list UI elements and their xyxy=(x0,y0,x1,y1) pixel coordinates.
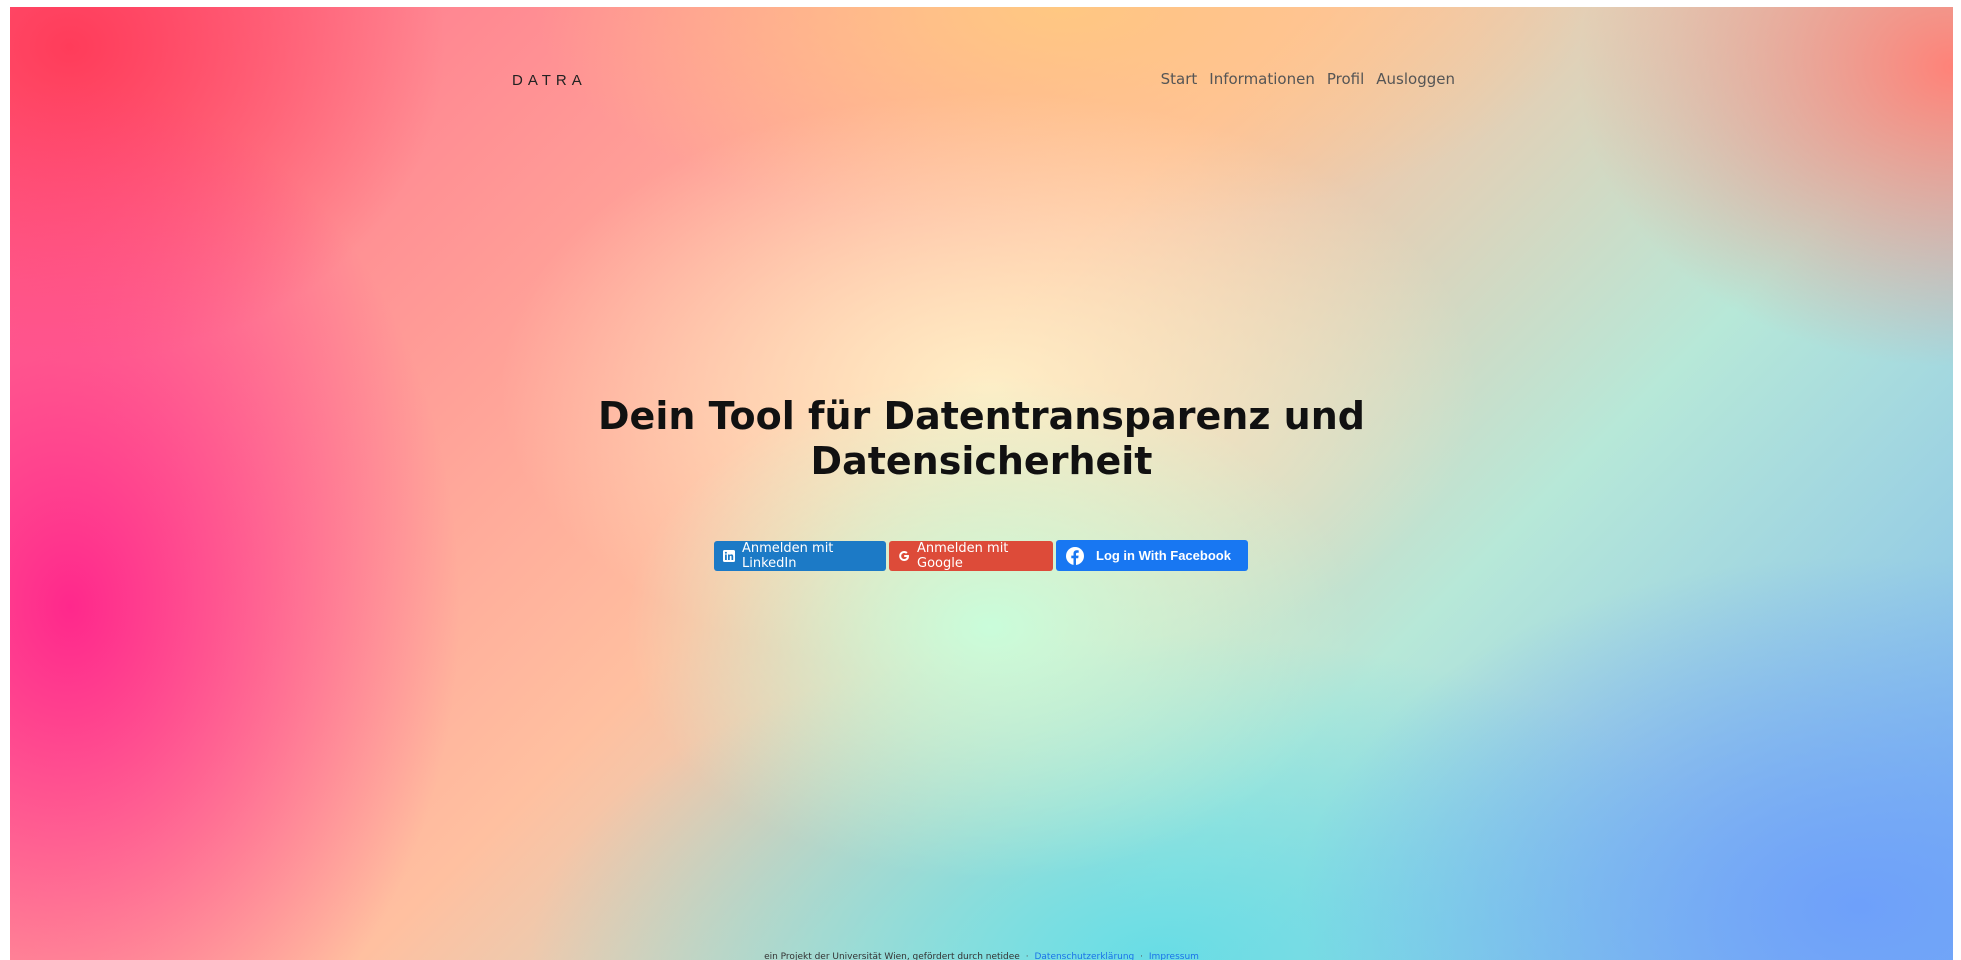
facebook-login-label: Log in With Facebook xyxy=(1096,548,1231,563)
page-background: DATRA Start Informationen Profil Auslogg… xyxy=(10,7,1953,960)
linkedin-icon xyxy=(723,550,735,562)
footer-text: ein Projekt der Universität Wien, geförd… xyxy=(764,952,1020,960)
nav-profil[interactable]: Profil xyxy=(1327,70,1364,88)
main-nav: Start Informationen Profil Ausloggen xyxy=(1161,70,1455,88)
imprint-link[interactable]: Impressum xyxy=(1149,952,1199,960)
nav-ausloggen[interactable]: Ausloggen xyxy=(1376,70,1455,88)
linkedin-login-label: Anmelden mit LinkedIn xyxy=(742,541,834,571)
brand-logo[interactable]: DATRA xyxy=(512,72,587,89)
hero-title-line2: Datensicherheit xyxy=(810,439,1153,483)
linkedin-login-button[interactable]: Anmelden mit LinkedIn xyxy=(714,541,886,571)
nav-start[interactable]: Start xyxy=(1161,70,1198,88)
nav-informationen[interactable]: Informationen xyxy=(1209,70,1315,88)
footer-separator: · xyxy=(1025,952,1029,960)
footer-separator: · xyxy=(1140,952,1144,960)
google-login-button[interactable]: Anmelden mit Google xyxy=(889,541,1053,571)
google-login-label: Anmelden mit Google xyxy=(917,541,1009,571)
privacy-link[interactable]: Datenschutzerklärung xyxy=(1034,952,1134,960)
google-icon xyxy=(898,550,910,562)
footer: ein Projekt der Universität Wien, geförd… xyxy=(10,952,1953,960)
hero-title-line1: Dein Tool für Datentransparenz und xyxy=(598,394,1365,438)
facebook-login-button[interactable]: Log in With Facebook xyxy=(1056,540,1248,571)
hero-title: Dein Tool für Datentransparenz und Daten… xyxy=(10,394,1953,484)
facebook-icon xyxy=(1066,546,1084,565)
